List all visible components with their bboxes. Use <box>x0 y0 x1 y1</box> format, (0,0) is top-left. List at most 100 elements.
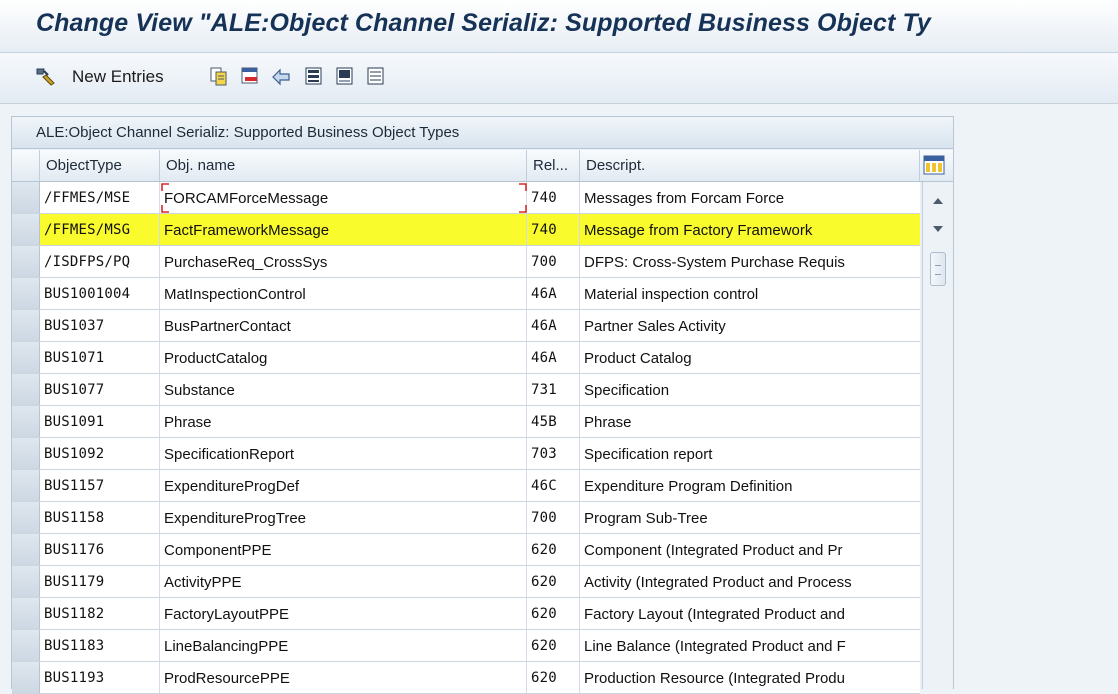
select-all-rows-button[interactable] <box>12 150 40 181</box>
table-row[interactable]: BUS1157 ExpenditureProgDef 46C Expenditu… <box>12 470 920 502</box>
cell-obj-name[interactable]: Phrase <box>160 406 527 437</box>
cell-objecttype[interactable]: BUS1037 <box>40 310 160 341</box>
cell-objecttype[interactable]: BUS1176 <box>40 534 160 565</box>
cell-obj-name[interactable]: FactoryLayoutPPE <box>160 598 527 629</box>
table-row[interactable]: BUS1182 FactoryLayoutPPE 620 Factory Lay… <box>12 598 920 630</box>
table-row[interactable]: BUS1077 Substance 731 Specification <box>12 374 920 406</box>
row-selector[interactable] <box>12 342 40 373</box>
glasses-icon[interactable] <box>34 64 58 88</box>
cell-obj-name[interactable]: SpecificationReport <box>160 438 527 469</box>
cell-objecttype[interactable]: BUS1193 <box>40 662 160 693</box>
table-row[interactable]: BUS1176 ComponentPPE 620 Component (Inte… <box>12 534 920 566</box>
cell-rel[interactable]: 703 <box>527 438 580 469</box>
row-selector[interactable] <box>12 566 40 597</box>
cell-descript[interactable]: Material inspection control <box>580 278 920 309</box>
row-selector[interactable] <box>12 310 40 341</box>
cell-obj-name[interactable]: ExpenditureProgDef <box>160 470 527 501</box>
row-selector[interactable] <box>12 214 40 245</box>
table-row[interactable]: BUS1037 BusPartnerContact 46A Partner Sa… <box>12 310 920 342</box>
cell-objecttype[interactable]: BUS1071 <box>40 342 160 373</box>
cell-objecttype[interactable]: BUS1183 <box>40 630 160 661</box>
table-row[interactable]: BUS1092 SpecificationReport 703 Specific… <box>12 438 920 470</box>
cell-rel[interactable]: 46A <box>527 278 580 309</box>
cell-rel[interactable]: 46A <box>527 342 580 373</box>
deselect-all-icon[interactable] <box>364 64 388 88</box>
new-entries-button[interactable]: New Entries <box>72 67 164 87</box>
column-header-objecttype[interactable]: ObjectType <box>40 150 160 181</box>
row-selector[interactable] <box>12 662 40 693</box>
row-selector[interactable] <box>12 278 40 309</box>
cell-obj-name[interactable]: PurchaseReq_CrossSys <box>160 246 527 277</box>
cell-obj-name[interactable]: Substance <box>160 374 527 405</box>
undo-icon[interactable] <box>270 64 294 88</box>
cell-rel[interactable]: 620 <box>527 566 580 597</box>
row-selector[interactable] <box>12 374 40 405</box>
cell-descript[interactable]: Specification <box>580 374 920 405</box>
table-settings-icon[interactable] <box>923 155 945 175</box>
cell-objecttype[interactable]: /FFMES/MSE <box>40 182 160 213</box>
cell-obj-name[interactable]: MatInspectionControl <box>160 278 527 309</box>
row-selector[interactable] <box>12 534 40 565</box>
cell-rel[interactable]: 620 <box>527 598 580 629</box>
cell-obj-name[interactable]: ProductCatalog <box>160 342 527 373</box>
row-selector[interactable] <box>12 502 40 533</box>
table-row[interactable]: BUS1071 ProductCatalog 46A Product Catal… <box>12 342 920 374</box>
row-selector[interactable] <box>12 470 40 501</box>
cell-obj-name[interactable]: FactFrameworkMessage <box>160 214 527 245</box>
cell-rel[interactable]: 700 <box>527 502 580 533</box>
cell-obj-name[interactable]: ActivityPPE <box>160 566 527 597</box>
row-selector[interactable] <box>12 182 40 213</box>
cell-descript[interactable]: Line Balance (Integrated Product and F <box>580 630 920 661</box>
cell-objecttype[interactable]: /FFMES/MSG <box>40 214 160 245</box>
cell-objecttype[interactable]: BUS1001004 <box>40 278 160 309</box>
cell-descript[interactable]: Expenditure Program Definition <box>580 470 920 501</box>
cell-objecttype[interactable]: BUS1182 <box>40 598 160 629</box>
cell-objecttype[interactable]: BUS1092 <box>40 438 160 469</box>
cell-descript[interactable]: DFPS: Cross-System Purchase Requis <box>580 246 920 277</box>
cell-rel[interactable]: 620 <box>527 534 580 565</box>
cell-objecttype[interactable]: BUS1158 <box>40 502 160 533</box>
table-row[interactable]: BUS1179 ActivityPPE 620 Activity (Integr… <box>12 566 920 598</box>
select-block-icon[interactable] <box>333 64 357 88</box>
cell-descript[interactable]: Product Catalog <box>580 342 920 373</box>
scroll-thumb[interactable] <box>930 252 946 286</box>
cell-objecttype[interactable]: BUS1077 <box>40 374 160 405</box>
cell-rel[interactable]: 731 <box>527 374 580 405</box>
cell-descript[interactable]: Activity (Integrated Product and Process <box>580 566 920 597</box>
cell-obj-name[interactable]: ProdResourcePPE <box>160 662 527 693</box>
cell-descript[interactable]: Factory Layout (Integrated Product and <box>580 598 920 629</box>
row-selector[interactable] <box>12 406 40 437</box>
cell-rel[interactable]: 740 <box>527 182 580 213</box>
column-header-rel[interactable]: Rel... <box>527 150 580 181</box>
column-header-descript[interactable]: Descript. <box>580 150 920 181</box>
row-selector[interactable] <box>12 246 40 277</box>
cell-descript[interactable]: Messages from Forcam Force <box>580 182 920 213</box>
cell-rel[interactable]: 46A <box>527 310 580 341</box>
scroll-down-arrow-icon[interactable] <box>930 222 946 236</box>
scroll-up-arrow-icon[interactable] <box>930 194 946 208</box>
vertical-scrollbar[interactable] <box>922 182 953 689</box>
select-all-icon[interactable] <box>302 64 326 88</box>
table-row[interactable]: /FFMES/MSE FORCAMForceMessage 740 Messag… <box>12 182 920 214</box>
cell-rel[interactable]: 620 <box>527 662 580 693</box>
cell-rel[interactable]: 620 <box>527 630 580 661</box>
cell-obj-name[interactable]: BusPartnerContact <box>160 310 527 341</box>
cell-obj-name[interactable]: LineBalancingPPE <box>160 630 527 661</box>
cell-descript[interactable]: Partner Sales Activity <box>580 310 920 341</box>
table-row[interactable]: /ISDFPS/PQ PurchaseReq_CrossSys 700 DFPS… <box>12 246 920 278</box>
cell-obj-name[interactable]: FORCAMForceMessage <box>160 182 527 213</box>
copy-icon[interactable] <box>207 64 231 88</box>
table-row-highlighted[interactable]: /FFMES/MSG FactFrameworkMessage 740 Mess… <box>12 214 920 246</box>
table-row[interactable]: BUS1001004 MatInspectionControl 46A Mate… <box>12 278 920 310</box>
row-selector[interactable] <box>12 598 40 629</box>
cell-descript[interactable]: Production Resource (Integrated Produ <box>580 662 920 693</box>
cell-descript[interactable]: Component (Integrated Product and Pr <box>580 534 920 565</box>
cell-rel[interactable]: 700 <box>527 246 580 277</box>
cell-obj-name[interactable]: ExpenditureProgTree <box>160 502 527 533</box>
cell-descript[interactable]: Message from Factory Framework <box>580 214 920 245</box>
cell-rel[interactable]: 45B <box>527 406 580 437</box>
row-selector[interactable] <box>12 438 40 469</box>
cell-objecttype[interactable]: BUS1091 <box>40 406 160 437</box>
cell-rel[interactable]: 46C <box>527 470 580 501</box>
table-row[interactable]: BUS1193 ProdResourcePPE 620 Production R… <box>12 662 920 694</box>
